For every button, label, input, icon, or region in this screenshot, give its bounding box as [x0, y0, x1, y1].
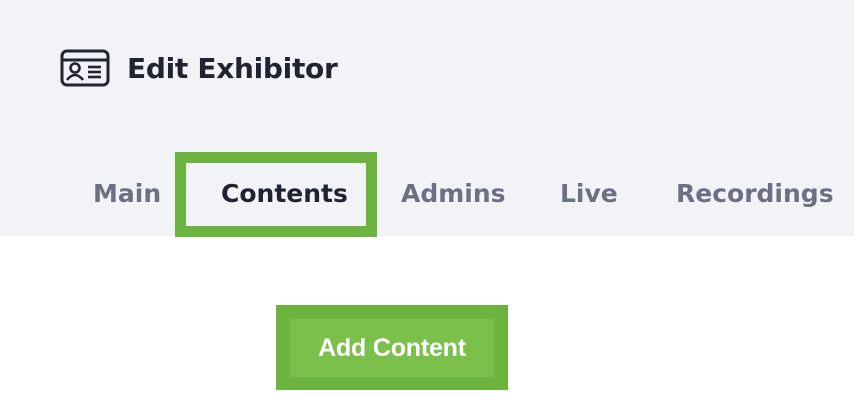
- tab-recordings[interactable]: Recordings: [676, 172, 834, 214]
- tab-live[interactable]: Live: [560, 172, 618, 214]
- id-card-icon: [60, 48, 110, 88]
- header-area: Edit Exhibitor Main Contents Admins Live…: [0, 0, 854, 237]
- page-title: Edit Exhibitor: [127, 51, 338, 85]
- add-content-button[interactable]: Add Content: [290, 319, 494, 377]
- tab-admins[interactable]: Admins: [401, 172, 506, 214]
- page-header: Edit Exhibitor: [60, 48, 338, 88]
- tab-main[interactable]: Main: [93, 172, 161, 214]
- tab-contents[interactable]: Contents: [221, 172, 348, 214]
